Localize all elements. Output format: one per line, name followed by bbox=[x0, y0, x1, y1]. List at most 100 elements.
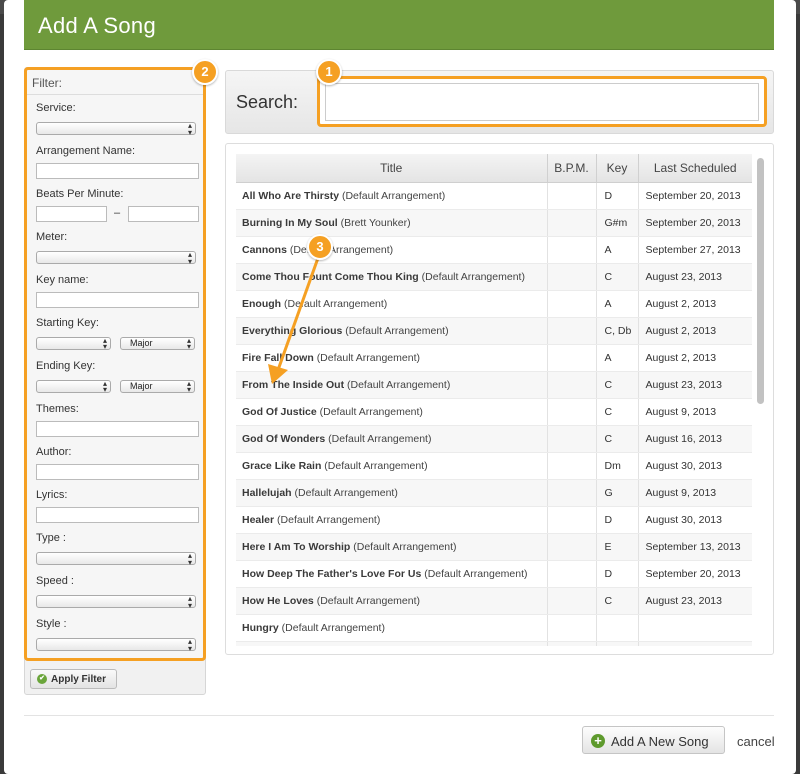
bpm-max-input[interactable] bbox=[128, 206, 199, 222]
ending-key-mode-select[interactable]: Major ▴ ▾ bbox=[120, 379, 195, 394]
table-scrollbar[interactable] bbox=[757, 158, 765, 646]
plus-circle-icon: + bbox=[591, 734, 605, 748]
speed-select[interactable]: ▴ ▾ bbox=[36, 594, 196, 610]
starting-key-select[interactable]: ▴ ▾ bbox=[36, 336, 111, 351]
song-title-cell[interactable]: How He Loves (Default Arrangement) bbox=[236, 587, 548, 615]
table-row[interactable]: Enough (Default Arrangement) A August 2, 2… bbox=[236, 290, 752, 318]
song-arrangement: (Default Arrangement) bbox=[281, 621, 385, 634]
themes-input[interactable] bbox=[36, 421, 199, 437]
song-bpm-cell bbox=[547, 236, 597, 264]
author-input[interactable] bbox=[36, 464, 199, 480]
updown-arrow-icon: ▴ ▾ bbox=[186, 379, 191, 394]
song-title-cell[interactable]: Healer (Default Arrangement) bbox=[236, 506, 548, 534]
table-row[interactable]: Fire Fall Down (Default Arrangement) A Aug… bbox=[236, 344, 752, 372]
song-title-cell[interactable]: Grace Like Rain (Default Arrangement) bbox=[236, 452, 548, 480]
song-title-cell[interactable]: Hallelujah (Default Arrangement) bbox=[236, 479, 548, 507]
song-last-scheduled-cell: August 2, 2013 bbox=[638, 290, 752, 318]
song-title-cell[interactable]: God Of Wonders (Default Arrangement) bbox=[236, 425, 548, 453]
table-row[interactable]: Burning In My Soul (Brett Younker) G#m Sep… bbox=[236, 209, 752, 237]
song-table-scroll: Title B.P.M. Key Last Scheduled All Who … bbox=[236, 154, 752, 646]
lyrics-input[interactable] bbox=[36, 507, 199, 523]
song-title-cell[interactable]: Come Thou Fount Come Thou King (Default … bbox=[236, 263, 548, 291]
song-key-cell: C bbox=[596, 371, 639, 399]
arrangement-name-input[interactable] bbox=[36, 163, 199, 179]
style-select[interactable]: ▴ ▾ bbox=[36, 638, 196, 653]
song-last-scheduled-cell: August 16, 2013 bbox=[638, 425, 752, 453]
column-header-last-scheduled[interactable]: Last Scheduled bbox=[638, 154, 752, 183]
starting-key-mode-select[interactable]: Major ▴ ▾ bbox=[120, 337, 195, 351]
song-bpm-cell bbox=[547, 209, 597, 237]
updown-arrow-icon: ▴ ▾ bbox=[187, 594, 192, 610]
song-title: Here I Am To Worship bbox=[242, 540, 351, 553]
song-title: From The Inside Out bbox=[242, 378, 345, 391]
song-arrangement: (Default Arrangement) bbox=[324, 459, 428, 472]
song-title-cell[interactable]: Cannons (Default Arrangement) bbox=[236, 236, 548, 264]
updown-arrow-icon: ▴ ▾ bbox=[102, 336, 107, 351]
song-arrangement: (Default Arrangement) bbox=[294, 486, 398, 499]
song-title-cell[interactable]: Fire Fall Down (Default Arrangement) bbox=[236, 344, 548, 372]
add-new-song-button[interactable]: + Add A New Song bbox=[582, 726, 725, 754]
song-arrangement: (Default Arrangement) bbox=[277, 513, 381, 526]
song-last-scheduled-cell bbox=[638, 641, 752, 646]
song-bpm-cell bbox=[547, 452, 597, 480]
table-row[interactable]: All Who Are Thirsty (Default Arrangement… bbox=[236, 182, 752, 210]
column-header-title[interactable]: Title bbox=[236, 154, 548, 183]
song-last-scheduled-cell: August 9, 2013 bbox=[638, 398, 752, 426]
table-row[interactable]: Everything Glorious (Default Arrangement… bbox=[236, 317, 752, 345]
song-last-scheduled-cell: September 27, 2013 bbox=[638, 236, 752, 264]
type-select[interactable]: ▴ ▾ bbox=[36, 552, 196, 567]
song-title: Hallelujah bbox=[242, 486, 292, 499]
song-key-cell: G#m bbox=[596, 209, 639, 237]
song-title-cell[interactable]: Enough (Default Arrangement) bbox=[236, 290, 548, 318]
table-row[interactable]: From The Inside Out (Default Arrangement… bbox=[236, 371, 752, 399]
song-title-cell[interactable]: Burning In My Soul (Brett Younker) bbox=[236, 209, 548, 237]
table-row[interactable]: Come Thou Fount Come Thou King (Default … bbox=[236, 263, 752, 291]
table-row[interactable]: How Deep The Father's Love For Us (Defau… bbox=[236, 560, 752, 588]
song-bpm-cell bbox=[547, 479, 597, 507]
table-row[interactable]: Healer (Default Arrangement) D August 30, … bbox=[236, 506, 752, 534]
ending-key-select[interactable]: ▴ ▾ bbox=[36, 380, 111, 394]
table-row[interactable]: Hallelujah (Default Arrangement) G August … bbox=[236, 479, 752, 507]
song-arrangement: (Default Arrangement) bbox=[284, 297, 388, 310]
song-arrangement: (Default Arrangement) bbox=[347, 378, 451, 391]
table-row[interactable]: God Of Justice (Default Arrangement) C Aug… bbox=[236, 398, 752, 426]
meter-select[interactable]: ▴ ▾ bbox=[36, 251, 196, 266]
table-row[interactable]: Hungry (Default Arrangement) bbox=[236, 614, 752, 642]
lyrics-label: Lyrics: bbox=[36, 489, 68, 501]
song-last-scheduled-cell bbox=[638, 614, 752, 642]
song-title: Cannons bbox=[242, 243, 287, 256]
filter-heading: Filter: bbox=[32, 76, 62, 90]
song-title-cell[interactable] bbox=[236, 641, 548, 646]
table-row[interactable]: Here I Am To Worship (Default Arrangemen… bbox=[236, 533, 752, 561]
key-name-label: Key name: bbox=[36, 274, 89, 286]
table-row[interactable]: Grace Like Rain (Default Arrangement) Dm A… bbox=[236, 452, 752, 480]
service-select[interactable]: ▴ ▾ bbox=[36, 122, 196, 137]
column-header-key[interactable]: Key bbox=[596, 154, 639, 183]
song-arrangement: (Default Arrangement) bbox=[424, 567, 528, 580]
table-row[interactable] bbox=[236, 641, 752, 646]
song-arrangement: (Default Arrangement) bbox=[421, 270, 525, 283]
bpm-min-input[interactable] bbox=[36, 206, 107, 222]
song-title-cell[interactable]: How Deep The Father's Love For Us (Defau… bbox=[236, 560, 548, 588]
song-key-cell: D bbox=[596, 506, 639, 534]
song-title-cell[interactable]: Here I Am To Worship (Default Arrangemen… bbox=[236, 533, 548, 561]
column-header-bpm[interactable]: B.P.M. bbox=[547, 154, 597, 183]
song-title-cell[interactable]: All Who Are Thirsty (Default Arrangement… bbox=[236, 182, 548, 210]
table-row[interactable]: How He Loves (Default Arrangement) C Augus… bbox=[236, 587, 752, 615]
arrangement-name-label: Arrangement Name: bbox=[36, 145, 136, 157]
table-row[interactable]: God Of Wonders (Default Arrangement) C Aug… bbox=[236, 425, 752, 453]
song-last-scheduled-cell: September 20, 2013 bbox=[638, 209, 752, 237]
song-title-cell[interactable]: From The Inside Out (Default Arrangement… bbox=[236, 371, 548, 399]
apply-filter-button[interactable]: ✔ Apply Filter bbox=[30, 669, 117, 689]
song-key-cell bbox=[596, 614, 639, 642]
service-label: Service: bbox=[36, 102, 76, 114]
cancel-link[interactable]: cancel bbox=[737, 734, 775, 749]
song-title-cell[interactable]: Everything Glorious (Default Arrangement… bbox=[236, 317, 548, 345]
key-name-input[interactable] bbox=[36, 292, 199, 308]
song-title-cell[interactable]: Hungry (Default Arrangement) bbox=[236, 614, 548, 642]
search-input[interactable] bbox=[325, 83, 759, 121]
song-title: Everything Glorious bbox=[242, 324, 343, 337]
song-title-cell[interactable]: God Of Justice (Default Arrangement) bbox=[236, 398, 548, 426]
scrollbar-thumb[interactable] bbox=[757, 158, 764, 404]
filter-panel: Filter: Service: ▴ ▾ Arrangement Name: Be… bbox=[24, 67, 206, 661]
